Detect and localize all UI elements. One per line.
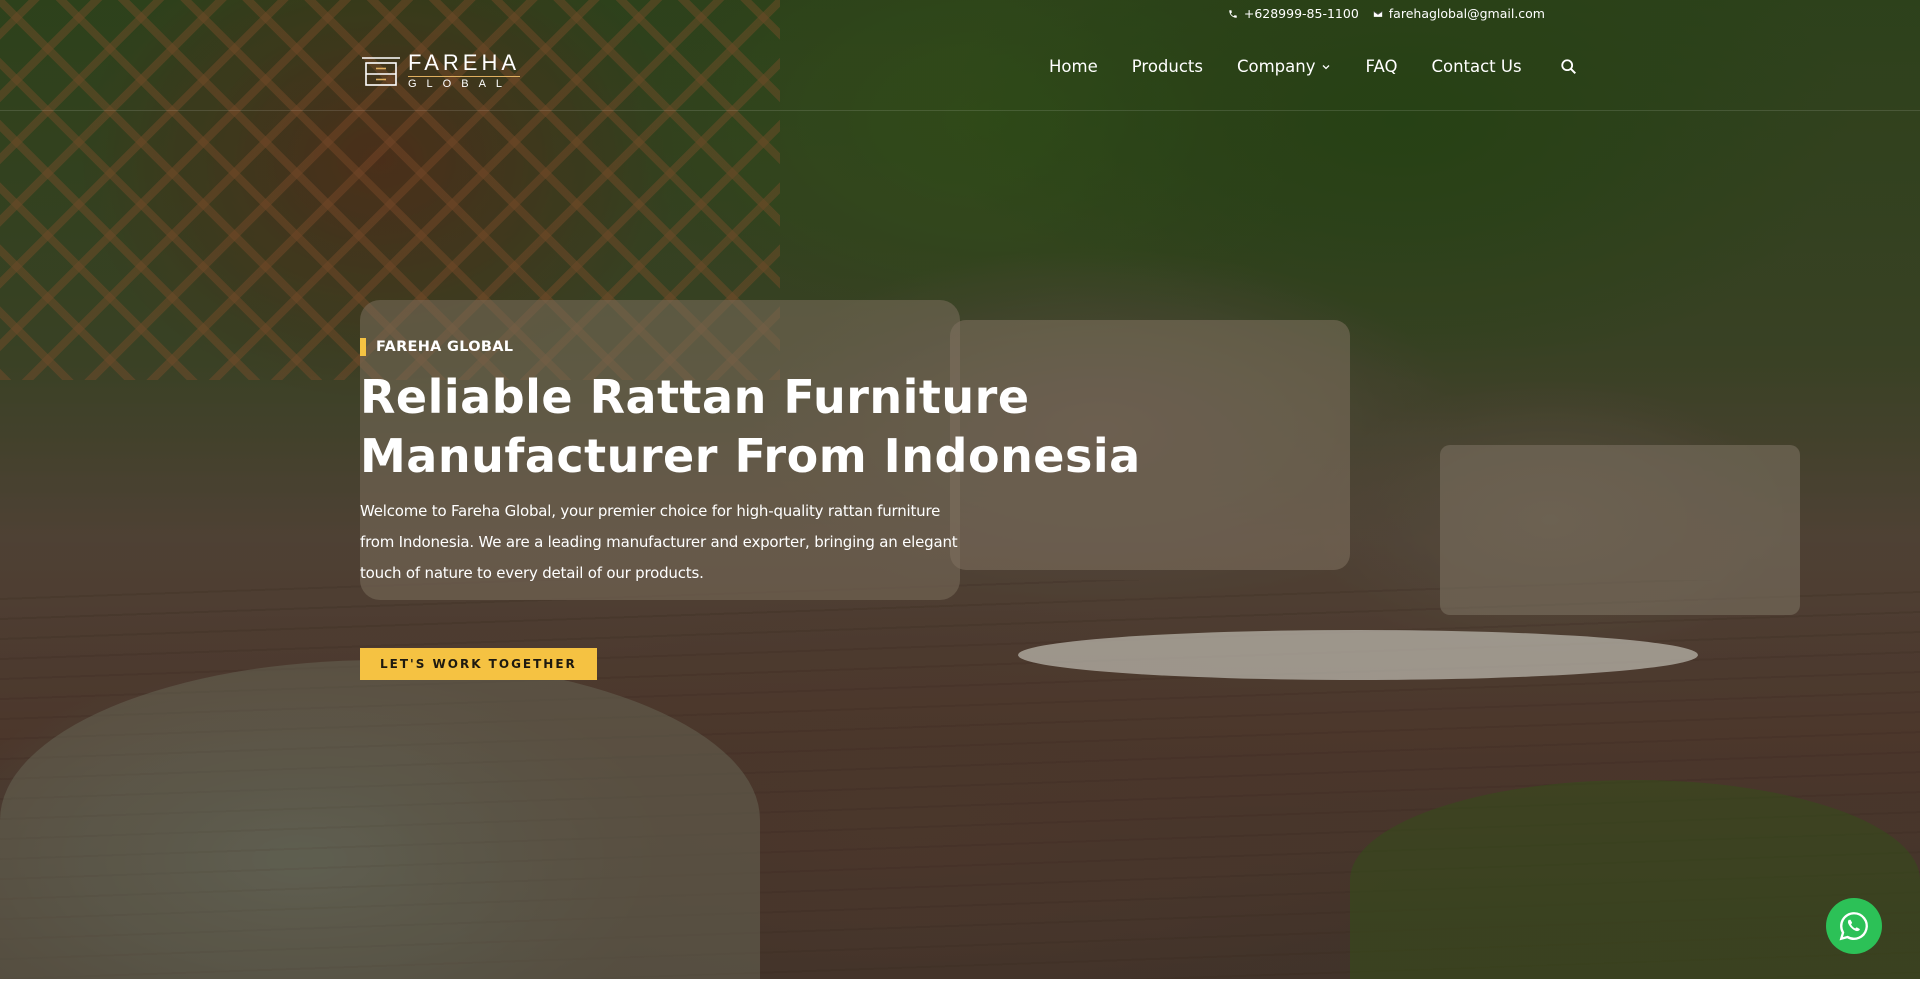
nav-products[interactable]: Products [1132, 57, 1203, 76]
hero-title-line2: Manufacturer From Indonesia [360, 429, 1141, 483]
phone-number: +628999-85-1100 [1243, 6, 1359, 21]
email-contact[interactable]: farehaglobal@gmail.com [1373, 6, 1545, 21]
hero-title-line1: Reliable Rattan Furniture [360, 370, 1030, 424]
logo-wordmark: FAREHA [408, 50, 521, 75]
whatsapp-button[interactable] [1826, 898, 1882, 954]
nav-company[interactable]: Company [1237, 57, 1332, 76]
phone-icon [1229, 9, 1237, 18]
hero-content: FAREHA GLOBAL Reliable Rattan Furniture … [360, 338, 1180, 680]
nav-home[interactable]: Home [1049, 57, 1098, 76]
accent-bar [360, 338, 366, 356]
nav-faq[interactable]: FAQ [1365, 57, 1397, 76]
hero-eyebrow: FAREHA GLOBAL [360, 338, 1180, 356]
lets-work-together-button[interactable]: LET'S WORK TOGETHER [360, 648, 597, 680]
site-logo[interactable]: FAREHA GLOBAL [360, 50, 521, 90]
hero-description: Welcome to Fareha Global, your premier c… [360, 502, 958, 582]
email-address: farehaglobal@gmail.com [1388, 6, 1545, 21]
envelope-icon [1373, 10, 1383, 17]
eyebrow-text: FAREHA GLOBAL [376, 339, 514, 355]
whatsapp-icon [1839, 912, 1868, 941]
cabinet-logo-icon [362, 57, 400, 86]
hero-title: Reliable Rattan Furniture Manufacturer F… [360, 368, 1180, 486]
nav-company-label: Company [1236, 57, 1316, 76]
phone-contact[interactable]: +628999-85-1100 [1228, 6, 1359, 21]
main-nav: Home Products Company FAQ Contact Us [1049, 57, 1578, 76]
nav-contact-us[interactable]: Contact Us [1431, 57, 1521, 76]
search-icon[interactable] [1560, 58, 1578, 76]
logo-subtitle: GLOBAL [408, 76, 521, 90]
chevron-down-icon [1323, 64, 1330, 69]
top-contact-bar: +628999-85-1100 farehaglobal@gmail.com [1228, 6, 1545, 21]
header-divider [0, 110, 1920, 111]
